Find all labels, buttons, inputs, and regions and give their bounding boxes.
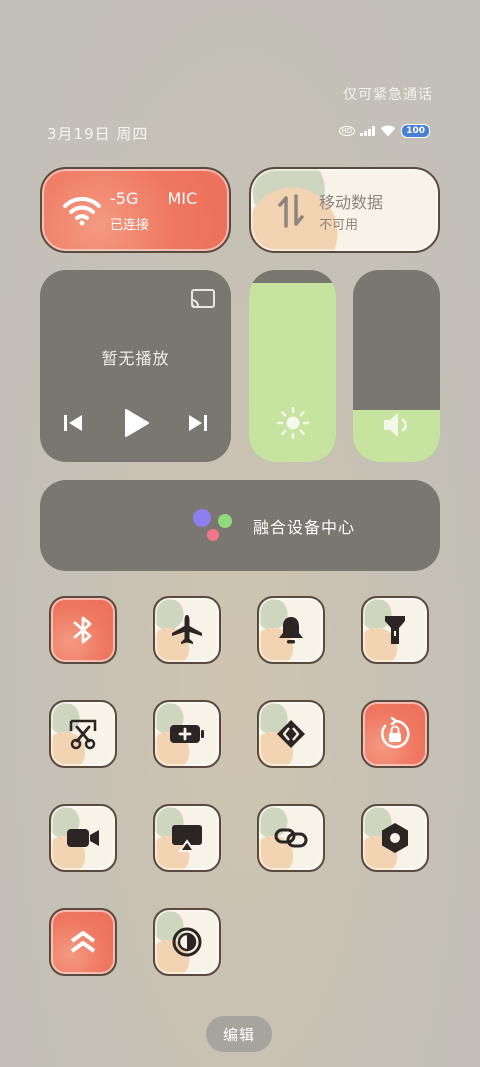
rotation-lock-icon: [381, 717, 410, 749]
mobile-data-title: 移动数据: [319, 193, 384, 212]
previous-track-icon[interactable]: [62, 413, 84, 433]
wifi-status-icon: [380, 125, 396, 137]
airplane-icon: [172, 615, 202, 644]
media-player-tile[interactable]: 暂无播放: [40, 270, 231, 462]
wifi-icon: [62, 191, 102, 231]
code-scanner-toggle[interactable]: [257, 700, 325, 768]
link-icon: [274, 828, 308, 848]
link-toggle[interactable]: [257, 804, 325, 872]
wifi-network-suffix: MIC: [167, 189, 198, 208]
video-camera-icon: [67, 829, 99, 847]
mobile-data-icon: [271, 191, 311, 231]
bell-icon: [279, 617, 303, 644]
fusion-logo-icon: [193, 509, 232, 541]
fusion-device-center[interactable]: 融合设备中心: [40, 480, 440, 571]
emergency-call-only-text: 仅可紧急通话: [343, 87, 433, 103]
hd-icon: HD: [338, 126, 356, 136]
battery-icon: 100: [401, 124, 430, 138]
ringer-toggle[interactable]: [257, 596, 325, 664]
cast-icon[interactable]: [189, 288, 217, 314]
airplay-icon: [172, 825, 202, 852]
scissors-icon: [69, 719, 97, 750]
performance-toggle[interactable]: [49, 908, 117, 976]
diamond-code-icon: [277, 720, 305, 748]
wifi-network-name: -5G: [110, 189, 139, 208]
date-text: 3月19日 周四: [47, 125, 149, 143]
screen-recorder-toggle[interactable]: [49, 804, 117, 872]
fusion-label: 融合设备中心: [253, 518, 356, 537]
hex-gear-icon: [382, 823, 408, 853]
bluetooth-icon: [73, 616, 92, 644]
wifi-tile[interactable]: -5G MIC 已连接: [40, 167, 231, 253]
speaker-icon: [353, 410, 440, 440]
battery-saver-toggle[interactable]: [153, 700, 221, 768]
flashlight-toggle[interactable]: [361, 596, 429, 664]
play-icon[interactable]: [122, 408, 150, 438]
screenshot-toggle[interactable]: [49, 700, 117, 768]
airplane-mode-toggle[interactable]: [153, 596, 221, 664]
double-chevron-up-icon: [70, 931, 96, 953]
wifi-status-text: 已连接: [110, 218, 150, 233]
next-track-icon[interactable]: [187, 413, 209, 433]
status-icons: HD 100: [338, 124, 430, 138]
settings-toggle[interactable]: [361, 804, 429, 872]
mobile-data-status: 不可用: [319, 218, 359, 233]
bluetooth-toggle[interactable]: [49, 596, 117, 664]
flashlight-icon: [385, 616, 405, 644]
volume-slider[interactable]: [353, 270, 440, 462]
brightness-slider[interactable]: [249, 270, 336, 462]
signal-icon: [360, 126, 376, 136]
dark-mode-toggle[interactable]: [153, 908, 221, 976]
screen-cast-toggle[interactable]: [153, 804, 221, 872]
rotation-lock-toggle[interactable]: [361, 700, 429, 768]
battery-plus-icon: [170, 725, 204, 743]
sun-icon: [249, 406, 336, 440]
media-title: 暂无播放: [101, 349, 170, 368]
edit-button[interactable]: 编辑: [206, 1016, 272, 1052]
media-controls: [62, 408, 209, 438]
contrast-icon: [172, 927, 202, 957]
mobile-data-tile[interactable]: 移动数据 不可用: [249, 167, 440, 253]
